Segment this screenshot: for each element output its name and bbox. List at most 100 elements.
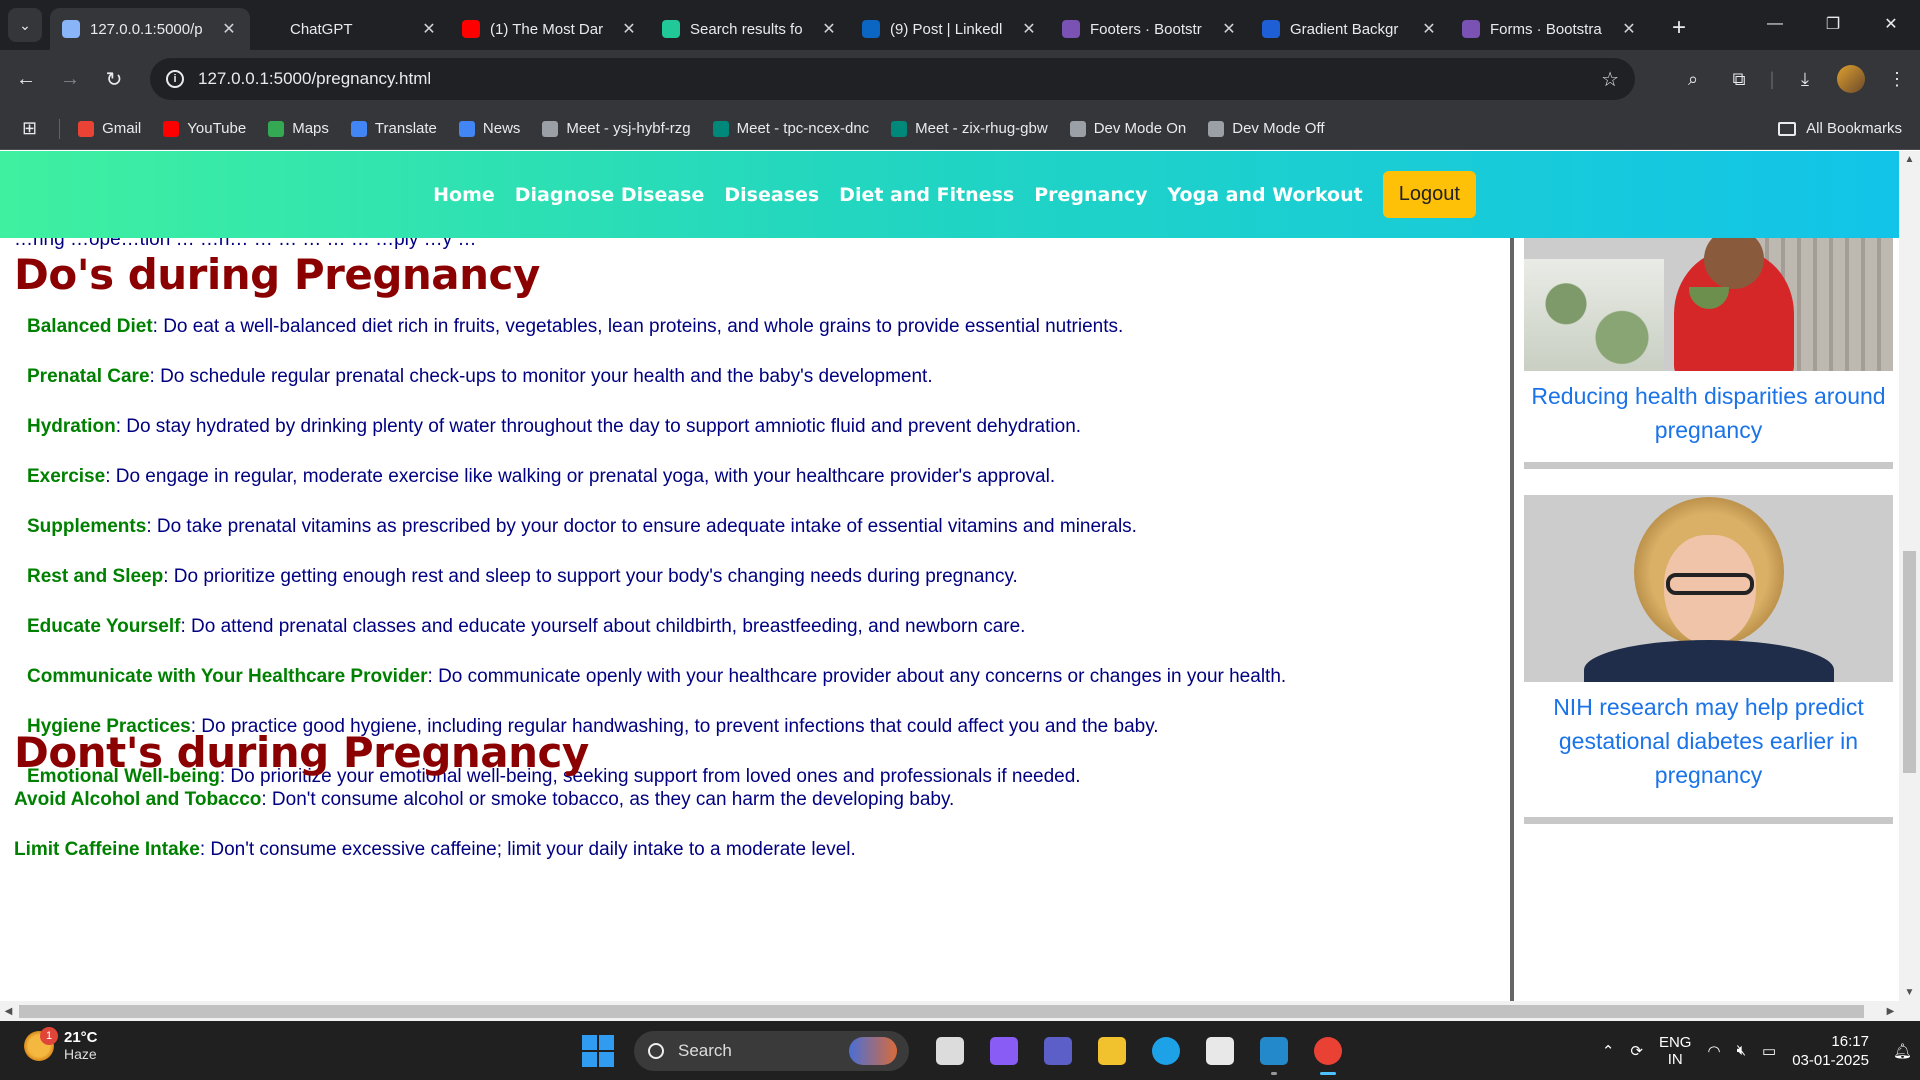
start-icon[interactable] bbox=[582, 1035, 614, 1067]
scroll-up-icon[interactable]: ▲ bbox=[1899, 151, 1920, 168]
browser-tab[interactable]: (1) The Most Dar ✕ bbox=[450, 8, 650, 50]
tab-title: (9) Post | Linkedl bbox=[890, 20, 1003, 38]
news-card[interactable]: NIH research may help predict gestationa… bbox=[1524, 495, 1893, 824]
bookmark-item[interactable]: Gmail bbox=[78, 120, 141, 137]
notification-badge: 1 bbox=[40, 1026, 58, 1045]
vertical-scroll-thumb[interactable] bbox=[1903, 551, 1916, 773]
copilot-icon[interactable] bbox=[984, 1031, 1024, 1071]
browser-tab[interactable]: ChatGPT ✕ bbox=[250, 8, 450, 50]
close-tab-icon[interactable]: ✕ bbox=[1620, 19, 1638, 39]
close-tab-icon[interactable]: ✕ bbox=[820, 19, 838, 39]
notification-bell-icon[interactable]: 🔔︎ bbox=[1893, 1042, 1912, 1060]
lens-icon[interactable]: ⌕ bbox=[1670, 69, 1716, 90]
nav-diet-and-fitness[interactable]: Diet and Fitness bbox=[839, 184, 1014, 206]
bookmark-item[interactable]: Meet - ysj-hybf-rzg bbox=[542, 120, 691, 137]
bookmark-item[interactable]: Translate bbox=[350, 120, 437, 137]
vertical-scrollbar[interactable]: ▲ ▼ bbox=[1899, 151, 1920, 1001]
taskbar-search-label: Search bbox=[678, 1041, 732, 1060]
apps-grid-icon[interactable]: ⊞ bbox=[22, 118, 37, 139]
news-icon bbox=[458, 120, 475, 137]
logout-button[interactable]: Logout bbox=[1382, 171, 1476, 218]
teams-icon[interactable] bbox=[1038, 1031, 1078, 1071]
mute-icon[interactable]: 🔇︎ bbox=[1737, 1042, 1746, 1059]
vscode-icon[interactable] bbox=[1254, 1031, 1294, 1075]
nav-pregnancy[interactable]: Pregnancy bbox=[1034, 184, 1147, 206]
nav-home[interactable]: Home bbox=[433, 184, 495, 206]
back-icon[interactable]: ← bbox=[4, 68, 48, 91]
language-indicator[interactable]: ENG IN bbox=[1659, 1034, 1692, 1068]
chevron-up-icon[interactable]: ⌃ bbox=[1602, 1042, 1615, 1060]
list-item-text: : Do engage in regular, moderate exercis… bbox=[105, 466, 1056, 487]
edge-icon[interactable] bbox=[1146, 1031, 1186, 1071]
extensions-icon[interactable]: ⧉ bbox=[1716, 69, 1762, 90]
minimize-icon[interactable]: — bbox=[1746, 0, 1804, 48]
restore-icon[interactable]: ❐ bbox=[1804, 0, 1862, 48]
download-icon[interactable]: ⤓ bbox=[1782, 69, 1828, 90]
list-item: Limit Caffeine Intake: Don't consume exc… bbox=[14, 839, 856, 861]
bookmark-item[interactable]: Maps bbox=[268, 120, 329, 137]
list-item-term: Avoid Alcohol and Tobacco bbox=[14, 789, 262, 810]
app-glyph bbox=[1206, 1037, 1234, 1065]
linkedin-icon bbox=[862, 20, 880, 38]
store-icon[interactable] bbox=[1200, 1031, 1240, 1071]
nav-yoga-and-workout[interactable]: Yoga and Workout bbox=[1168, 184, 1363, 206]
scroll-down-icon[interactable]: ▼ bbox=[1899, 984, 1920, 1001]
youtube-icon bbox=[163, 120, 180, 137]
bookmark-item[interactable]: Dev Mode On bbox=[1069, 120, 1186, 137]
browser-tab[interactable]: Gradient Backgr ✕ bbox=[1250, 8, 1450, 50]
close-tab-icon[interactable]: ✕ bbox=[1420, 19, 1438, 39]
site-info-icon[interactable]: i bbox=[166, 70, 184, 88]
close-tab-icon[interactable]: ✕ bbox=[1020, 19, 1038, 39]
bookmark-item[interactable]: Dev Mode Off bbox=[1208, 120, 1325, 137]
url-text[interactable]: 127.0.0.1:5000/pregnancy.html bbox=[198, 69, 431, 89]
close-tab-icon[interactable]: ✕ bbox=[420, 19, 438, 39]
taskbar-search[interactable]: Search bbox=[634, 1031, 909, 1071]
horizontal-scrollbar[interactable]: ◀ ▶ bbox=[0, 1001, 1920, 1021]
reload-icon[interactable]: ↻ bbox=[92, 67, 136, 92]
browser-tab[interactable]: Forms · Bootstra ✕ bbox=[1450, 8, 1650, 50]
file-explorer-icon[interactable] bbox=[1092, 1031, 1132, 1071]
pregnant-woman-image[interactable] bbox=[1524, 229, 1893, 371]
battery-icon[interactable]: ▭ bbox=[1762, 1042, 1776, 1060]
close-tab-icon[interactable]: ✕ bbox=[1220, 19, 1238, 39]
bookmark-item[interactable]: YouTube bbox=[163, 120, 246, 137]
browser-tab[interactable]: Search results fo ✕ bbox=[650, 8, 850, 50]
news-card-caption[interactable]: NIH research may help predict gestationa… bbox=[1524, 690, 1893, 792]
new-tab-button[interactable]: + bbox=[1664, 14, 1694, 42]
task-view-icon[interactable] bbox=[930, 1031, 970, 1071]
address-bar[interactable]: i 127.0.0.1:5000/pregnancy.html ☆ bbox=[150, 58, 1635, 100]
menu-kebab-icon[interactable]: ⋮ bbox=[1874, 69, 1920, 90]
plants-shape bbox=[1524, 259, 1664, 371]
tab-search-button[interactable]: ⌄ bbox=[8, 8, 42, 42]
clock[interactable]: 16:17 03-01-2025 bbox=[1792, 1032, 1869, 1070]
scroll-left-icon[interactable]: ◀ bbox=[0, 1001, 17, 1022]
profile-avatar[interactable] bbox=[1837, 65, 1865, 93]
language-bottom: IN bbox=[1667, 1050, 1683, 1068]
forward-icon[interactable]: → bbox=[48, 68, 92, 91]
chrome-icon[interactable] bbox=[1308, 1031, 1348, 1075]
close-tab-icon[interactable]: ✕ bbox=[220, 19, 238, 39]
bookmark-item[interactable]: Meet - tpc-ncex-dnc bbox=[712, 120, 869, 137]
bookmark-item[interactable]: News bbox=[458, 120, 520, 137]
list-item: Avoid Alcohol and Tobacco: Don't consume… bbox=[14, 789, 954, 811]
news-card-caption[interactable]: Reducing health disparities around pregn… bbox=[1524, 379, 1893, 447]
list-item-text: : Do stay hydrated by drinking plenty of… bbox=[115, 416, 1082, 437]
nav-diseases[interactable]: Diseases bbox=[724, 184, 819, 206]
scroll-right-icon[interactable]: ▶ bbox=[1882, 1001, 1899, 1022]
weather-widget[interactable]: 1 21°C Haze bbox=[24, 1026, 98, 1062]
close-window-icon[interactable]: ✕ bbox=[1862, 0, 1920, 48]
nav-diagnose-disease[interactable]: Diagnose Disease bbox=[515, 184, 705, 206]
portrait-image[interactable] bbox=[1524, 495, 1893, 682]
search-highlight-icon bbox=[849, 1037, 897, 1065]
horizontal-scroll-thumb[interactable] bbox=[19, 1005, 1864, 1018]
bookmark-star-icon[interactable]: ☆ bbox=[1601, 67, 1619, 92]
browser-tab[interactable]: (9) Post | Linkedl ✕ bbox=[850, 8, 1050, 50]
news-card[interactable]: Reducing health disparities around pregn… bbox=[1524, 229, 1893, 469]
all-bookmarks-button[interactable]: All Bookmarks bbox=[1778, 120, 1902, 137]
sync-icon[interactable]: ⟳ bbox=[1630, 1042, 1643, 1060]
bookmark-item[interactable]: Meet - zix-rhug-gbw bbox=[891, 120, 1048, 137]
browser-tab[interactable]: 127.0.0.1:5000/p ✕ bbox=[50, 8, 250, 50]
close-tab-icon[interactable]: ✕ bbox=[620, 19, 638, 39]
wifi-icon[interactable]: ◠ bbox=[1707, 1042, 1720, 1060]
browser-tab[interactable]: Footers · Bootstr ✕ bbox=[1050, 8, 1250, 50]
